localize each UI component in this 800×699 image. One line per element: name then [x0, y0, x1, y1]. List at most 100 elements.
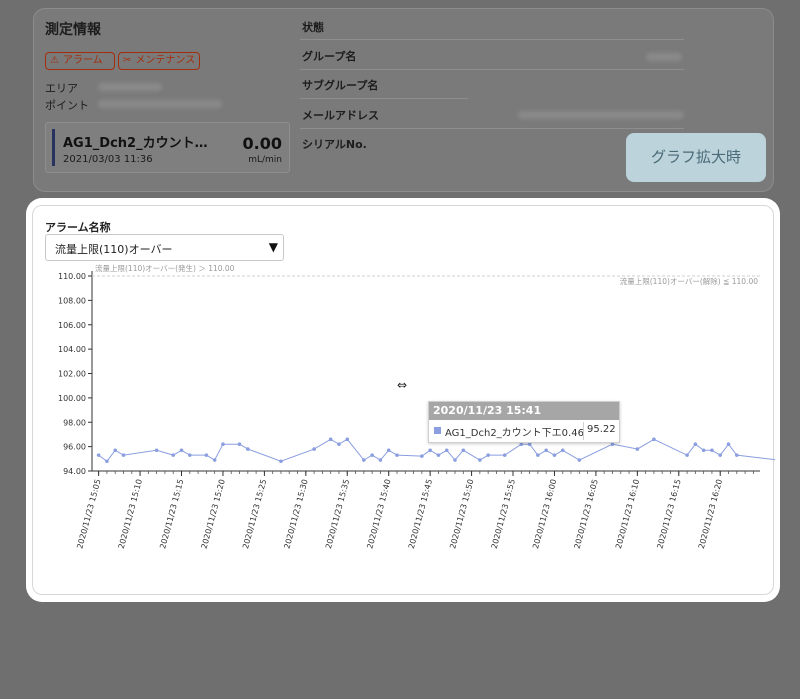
data-point [312, 447, 316, 451]
data-point [560, 448, 565, 453]
y-tick-label: 102.00 [58, 370, 86, 379]
data-point [171, 453, 176, 457]
area-value-blurred [98, 83, 162, 91]
data-point [362, 458, 366, 462]
data-point [237, 442, 242, 446]
x-tick-label: 2020/11/23 16:00 [531, 478, 558, 550]
divider [300, 98, 468, 99]
meter-name: AG1_Dch2_カウント… [63, 136, 208, 151]
data-point [105, 459, 109, 464]
data-point [337, 442, 341, 446]
email-label: メールアドレス [302, 109, 379, 122]
data-point [536, 453, 540, 457]
meter-card[interactable]: AG1_Dch2_カウント… 2021/03/03 11:36 0.00 mL/… [45, 122, 290, 173]
x-tick-label: 2020/11/23 15:55 [490, 478, 517, 550]
data-point [502, 453, 507, 457]
y-tick-label: 106.00 [58, 321, 86, 330]
meter-value: 0.00 [242, 134, 282, 153]
y-tick-label: 108.00 [58, 296, 86, 305]
data-point [246, 447, 250, 451]
data-point [154, 448, 159, 453]
data-point [420, 454, 424, 458]
divider [300, 39, 684, 40]
meter-unit: mL/min [248, 155, 282, 165]
wrench-icon: ✂ [123, 55, 132, 66]
x-tick-label: 2020/11/23 15:20 [200, 478, 227, 550]
divider [300, 69, 684, 70]
data-point [96, 453, 101, 457]
data-point [221, 442, 225, 446]
data-point [718, 453, 723, 457]
data-point [428, 448, 432, 453]
data-point [544, 448, 548, 453]
data-point [204, 453, 209, 457]
tooltip-time: 2020/11/23 15:41 [429, 402, 619, 420]
y-tick-label: 100.00 [58, 394, 86, 403]
area-label: エリア [45, 82, 78, 95]
data-point [652, 437, 656, 442]
email-value-blurred [518, 111, 684, 119]
graph-zoom-button[interactable]: グラフ拡大時 [626, 133, 766, 182]
data-point [734, 453, 739, 457]
group-value-blurred [646, 53, 682, 61]
data-point [444, 448, 449, 453]
line-chart[interactable]: 94.00 96.00 98.00 100.00 102.00 104.00 106.00 1… [33, 206, 775, 596]
data-point [113, 448, 118, 453]
x-tick-label: 2020/11/23 15:10 [117, 478, 144, 550]
data-point [328, 437, 333, 442]
x-tick-label: 2020/11/23 15:50 [448, 478, 475, 550]
data-point [386, 448, 391, 453]
alarm-badge-label: アラーム [62, 55, 103, 66]
data-point [212, 458, 217, 462]
y-tick-label: 98.00 [63, 418, 86, 427]
threshold-label-off: 流量上限(110)オーバー(解除) ≦ 110.00 [620, 276, 758, 286]
x-tick-label: 2020/11/23 15:45 [407, 478, 434, 550]
divider [583, 422, 584, 440]
chart-panel: アラーム名称 流量上限(110)オーバー ▼ 94.00 96.00 98.00 10… [26, 198, 780, 602]
data-point [395, 453, 399, 457]
data-point [453, 458, 457, 462]
data-point [693, 442, 698, 446]
x-tick-label: 2020/11/23 15:35 [324, 478, 351, 550]
group-label: グループ名 [302, 50, 357, 63]
meter-color-bar [52, 129, 55, 166]
data-point [486, 453, 490, 457]
y-tick-label: 104.00 [58, 345, 86, 354]
data-point [187, 453, 192, 457]
data-point [279, 459, 283, 464]
tooltip-series-name: AG1_Dch2_カウント下エ0.46 [445, 428, 584, 439]
data-point [478, 458, 482, 462]
resize-cursor-icon: ⇔ [397, 378, 408, 392]
subgroup-label: サブグループ名 [302, 79, 379, 92]
alarm-badge: ⚠ アラーム [45, 52, 115, 70]
y-tick-label: 94.00 [63, 467, 86, 476]
chart-container: アラーム名称 流量上限(110)オーバー ▼ 94.00 96.00 98.00 10… [32, 205, 775, 596]
x-tick-label: 2020/11/23 16:10 [614, 478, 641, 550]
data-point [370, 453, 374, 457]
info-title: 測定情報 [45, 22, 101, 38]
data-point [121, 453, 126, 457]
chart-tooltip: 2020/11/23 15:41 AG1_Dch2_カウント下エ0.46 95.… [428, 401, 620, 443]
data-point [179, 448, 184, 453]
data-point [436, 453, 441, 457]
y-tick-label: 96.00 [63, 443, 86, 452]
x-tick-label: 2020/11/23 15:30 [283, 478, 310, 550]
x-tick-label: 2020/11/23 15:40 [365, 478, 392, 550]
data-point [701, 448, 706, 453]
series-color-swatch [434, 427, 441, 434]
y-tick-label: 110.00 [58, 272, 86, 281]
data-point [378, 458, 383, 462]
data-point [685, 453, 689, 457]
status-label: 状態 [302, 21, 324, 34]
data-point [345, 437, 350, 442]
point-value-blurred [98, 100, 222, 108]
x-tick-label: 2020/11/23 15:15 [158, 478, 185, 550]
x-tick-label: 2020/11/23 15:05 [75, 478, 102, 550]
warning-icon: ⚠ [50, 55, 59, 66]
x-tick-label: 2020/11/23 16:05 [573, 478, 600, 550]
x-tick-label: 2020/11/23 15:25 [241, 478, 268, 550]
data-point [552, 453, 557, 457]
x-tick-label: 2020/11/23 16:15 [655, 478, 682, 550]
serial-label: シリアルNo. [302, 138, 367, 151]
meter-datetime: 2021/03/03 11:36 [63, 154, 153, 165]
